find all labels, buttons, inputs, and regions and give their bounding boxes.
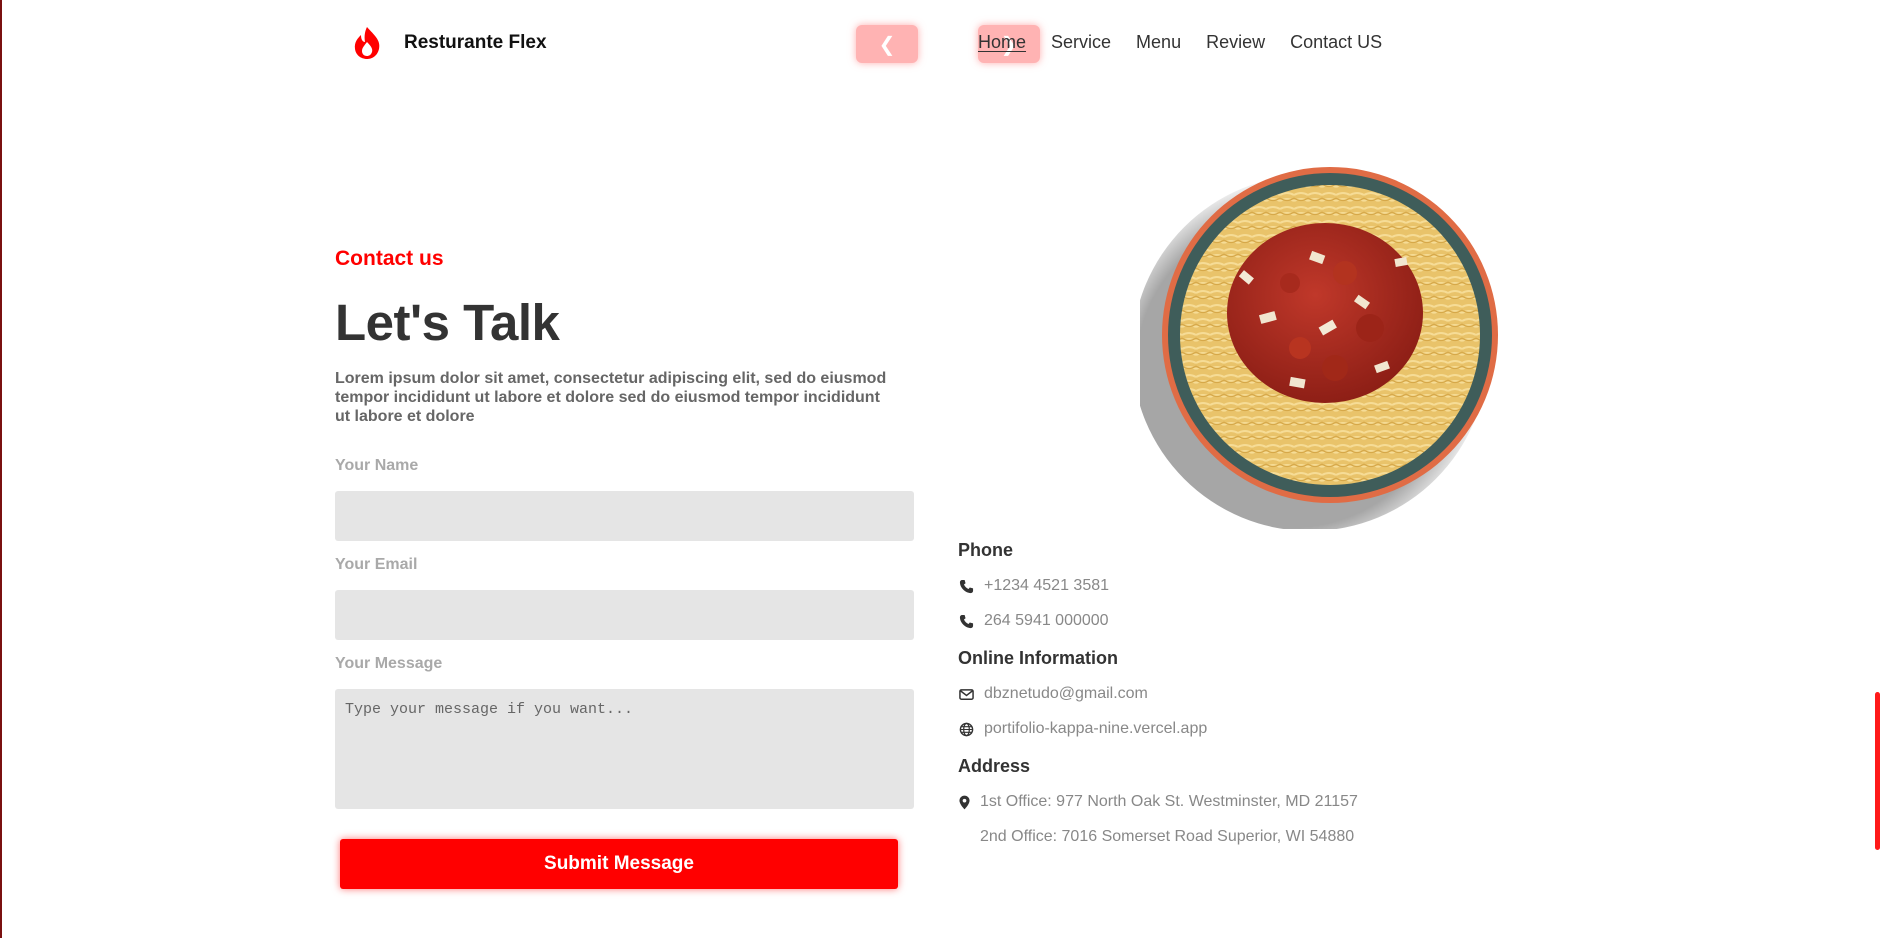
site-header: Resturante Flex ❮ ❯ Home Service Menu Re… [0, 0, 1880, 88]
nav-item-review[interactable]: Review [1206, 32, 1265, 53]
address-row: 1st Office: 977 North Oak St. Westminste… [958, 793, 1358, 811]
name-label: Your Name [335, 457, 419, 474]
phone-heading: Phone [958, 540, 1014, 560]
office-address: 1st Office: 977 North Oak St. Westminste… [980, 793, 1358, 810]
email-label: Your Email [335, 556, 418, 573]
phone-row[interactable]: +1234 4521 3581 [958, 577, 1109, 595]
page-title: Let's Talk [335, 294, 560, 351]
map-pin-icon [958, 794, 970, 810]
section-eyebrow: Contact us [335, 247, 444, 270]
main-nav: Home Service Menu Review Contact US [978, 32, 1407, 53]
page-left-border [0, 0, 2, 938]
spaghetti-dish-image [1140, 167, 1498, 529]
phone-icon [958, 578, 974, 594]
address-row: 2nd Office: 7016 Somerset Road Superior,… [980, 828, 1354, 846]
envelope-icon [958, 686, 974, 702]
nav-item-service[interactable]: Service [1051, 32, 1111, 53]
address-heading: Address [958, 756, 1031, 776]
phone-number: 264 5941 000000 [984, 612, 1109, 629]
online-heading: Online Information [958, 648, 1118, 668]
message-field[interactable] [335, 689, 914, 809]
carousel-prev-button[interactable]: ❮ [856, 25, 918, 63]
website-link: portifolio-kappa-nine.vercel.app [984, 720, 1208, 737]
intro-text: Lorem ipsum dolor sit amet, consectetur … [335, 370, 887, 425]
message-label: Your Message [335, 655, 443, 672]
brand-name[interactable]: Resturante Flex [404, 32, 547, 54]
scrollbar[interactable] [1874, 0, 1880, 938]
phone-row[interactable]: 264 5941 000000 [958, 612, 1109, 630]
phone-icon [958, 613, 974, 629]
nav-item-contact[interactable]: Contact US [1290, 32, 1382, 53]
flame-icon[interactable] [352, 26, 382, 60]
email-address: dbznetudo@gmail.com [984, 685, 1148, 702]
nav-item-home[interactable]: Home [978, 32, 1026, 53]
submit-message-button[interactable]: Submit Message [340, 839, 898, 889]
email-row[interactable]: dbznetudo@gmail.com [958, 685, 1148, 703]
chevron-left-icon: ❮ [878, 33, 896, 56]
nav-item-menu[interactable]: Menu [1136, 32, 1181, 53]
phone-number: +1234 4521 3581 [984, 577, 1110, 594]
globe-icon [958, 721, 974, 737]
office-address: 2nd Office: 7016 Somerset Road Superior,… [980, 828, 1355, 845]
name-field[interactable] [335, 491, 914, 541]
website-row[interactable]: portifolio-kappa-nine.vercel.app [958, 720, 1207, 738]
scrollbar-thumb[interactable] [1875, 692, 1880, 850]
email-field[interactable] [335, 590, 914, 640]
